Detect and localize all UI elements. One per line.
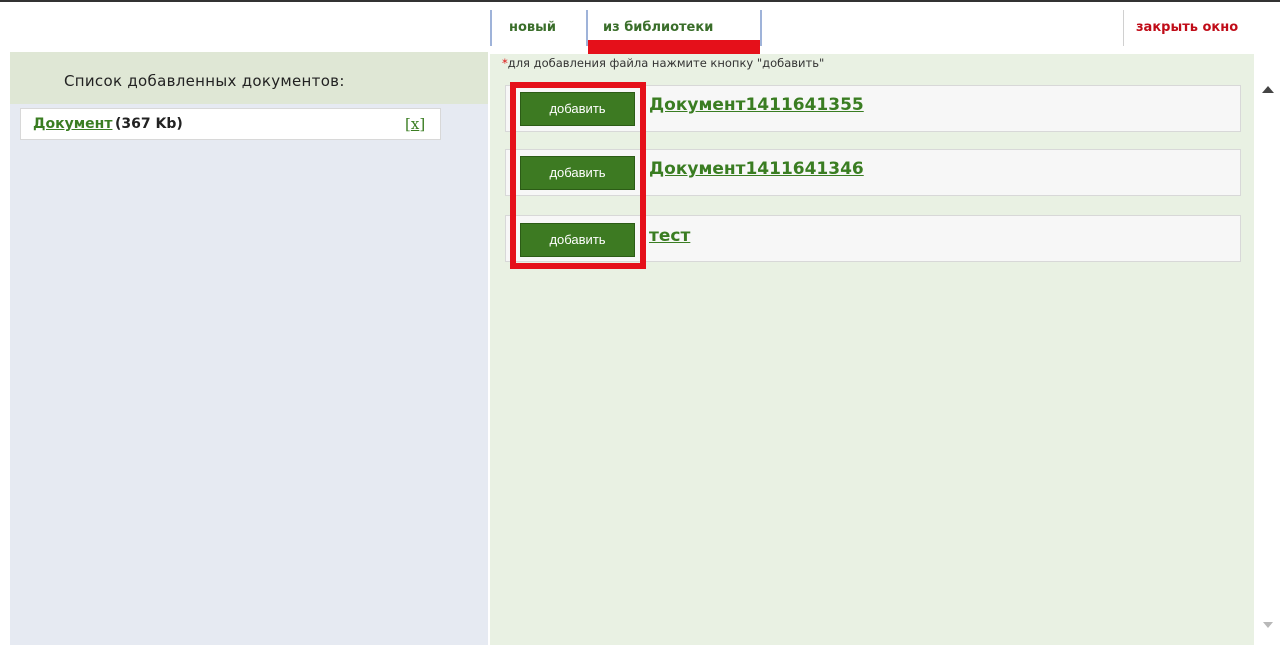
library-panel	[490, 54, 1254, 645]
remove-doc-button[interactable]: [x]	[405, 115, 425, 133]
remove-doc-label: x	[410, 115, 420, 133]
add-button[interactable]: добавить	[520, 92, 635, 126]
library-doc-link[interactable]: Документ1411641355	[649, 95, 864, 115]
added-doc-size: (367 Kb)	[115, 116, 183, 132]
library-doc-link[interactable]: тест	[649, 226, 690, 246]
added-doc-link[interactable]: Документ	[33, 116, 112, 132]
added-docs-header: Список добавленных документов:	[10, 52, 488, 104]
added-doc-item: Документ (367 Kb) [x]	[20, 108, 441, 140]
tab-separator	[760, 10, 762, 46]
top-border	[0, 0, 1280, 2]
tab-from-library[interactable]: из библиотеки	[603, 20, 713, 35]
close-window-button[interactable]: закрыть окно	[1136, 20, 1238, 35]
scroll-up-icon[interactable]	[1262, 86, 1274, 93]
tab-new[interactable]: новый	[509, 20, 556, 35]
added-docs-title: Список добавленных документов:	[64, 72, 345, 90]
tab-separator	[490, 10, 492, 46]
add-hint: *для добавления файла нажмите кнопку "до…	[502, 56, 824, 70]
scroll-down-icon[interactable]	[1263, 622, 1273, 628]
hint-text: для добавления файла нажмите кнопку "доб…	[507, 56, 825, 70]
added-docs-panel	[10, 104, 488, 645]
add-button[interactable]: добавить	[520, 223, 635, 257]
scrollbar[interactable]	[1254, 70, 1280, 645]
active-tab-highlight	[588, 40, 760, 54]
library-doc-link[interactable]: Документ1411641346	[649, 159, 864, 179]
add-button[interactable]: добавить	[520, 156, 635, 190]
